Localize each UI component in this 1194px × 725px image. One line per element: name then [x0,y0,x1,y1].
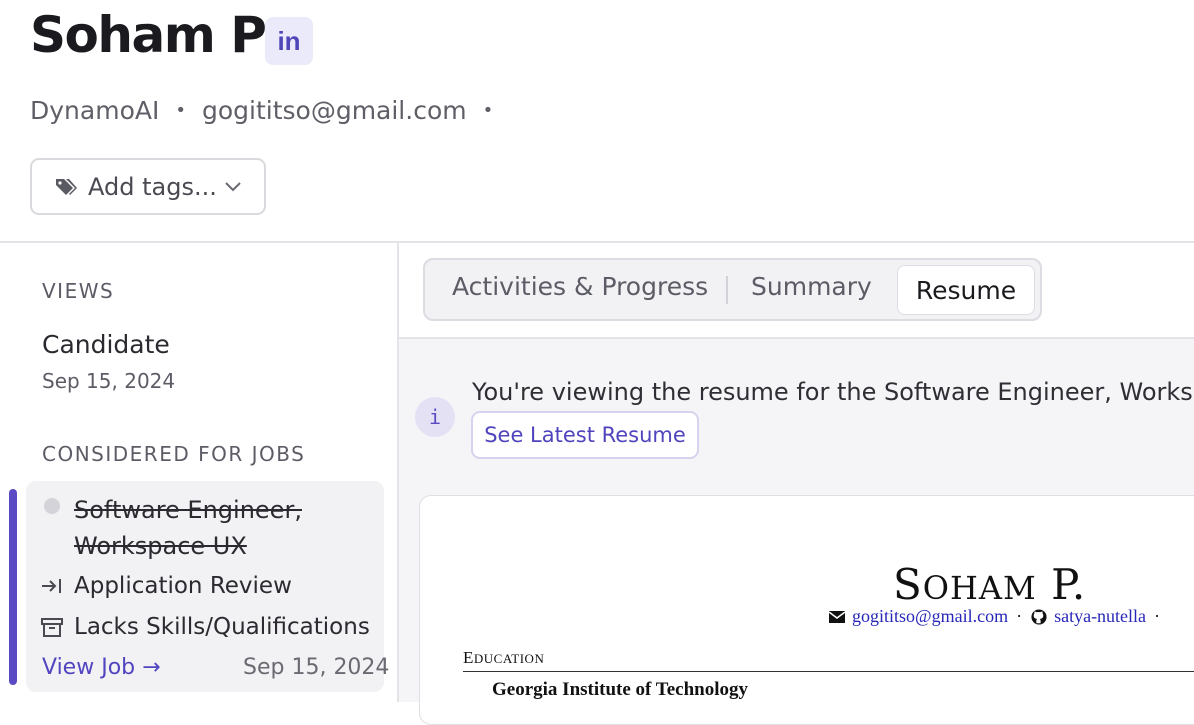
view-candidate-date: Sep 15, 2024 [42,369,176,393]
see-latest-resume-button[interactable]: See Latest Resume [471,411,699,459]
meta-separator: • [482,100,494,121]
tab-separator [726,276,728,304]
job-stage: Application Review [74,573,292,599]
tab-summary[interactable]: Summary [751,272,872,301]
envelope-icon [828,610,846,623]
resume-email-link[interactable]: gogititso@gmail.com [852,606,1008,627]
linkedin-icon[interactable]: in [265,17,313,65]
job-reason: Lacks Skills/Qualifications [74,614,370,640]
resume-notice-text: You're viewing the resume for the Softwa… [472,378,1194,406]
candidate-company: DynamoAI [30,96,160,125]
arrow-to-line-icon [42,579,61,593]
archive-icon [41,618,63,637]
tab-resume[interactable]: Resume [897,265,1035,315]
tab-activities-progress[interactable]: Activities & Progress [452,272,708,301]
resume-name: SOHAM P. [893,560,1086,609]
job-status-dot [44,498,60,514]
resume-section-rule [463,671,1194,672]
chevron-down-icon [225,182,241,192]
section-heading-rest: DUCATION [473,651,545,666]
contact-separator: · [1016,606,1023,626]
resume-lastname-initial: P [1051,560,1072,609]
add-tags-dropdown[interactable]: Add tags... [30,158,266,215]
resume-name-rest: OHAM [922,569,1037,607]
tags-icon [56,178,77,195]
meta-separator: • [175,100,186,121]
resume-section-heading: EDUCATION [463,648,544,668]
job-reason-row: Lacks Skills/Qualifications [40,614,370,640]
resume-name-initial: S [893,560,923,609]
resume-school: Georgia Institute of Technology [492,679,748,700]
view-candidate-title[interactable]: Candidate [42,330,170,359]
resume-github-link[interactable]: satya-nutella [1054,606,1146,627]
candidate-meta: DynamoAI • gogititso@gmail.com • [30,96,509,125]
job-stage-row: Application Review [40,573,292,599]
add-tags-placeholder: Add tags... [88,172,217,201]
candidate-email[interactable]: gogititso@gmail.com [202,96,467,125]
section-heading-initial: E [463,648,474,667]
view-job-link[interactable]: View Job → [42,655,161,680]
candidate-header: Soham P in DynamoAI • gogititso@gmail.co… [0,0,1194,242]
contact-separator: · [1154,606,1161,626]
views-section-label: VIEWS [42,279,115,303]
github-icon [1031,608,1047,625]
info-icon: i [415,397,455,437]
job-card-accent [9,489,17,685]
candidate-name: Soham P [30,6,267,64]
resume-lastname-rest: . [1071,560,1087,609]
job-date: Sep 15, 2024 [243,655,390,680]
jobs-section-label: CONSIDERED FOR JOBS [42,442,306,466]
job-title: Software Engineer, Workspace UX [74,496,302,560]
resume-contacts: gogititso@gmail.com · satya-nutella · [828,606,1168,627]
